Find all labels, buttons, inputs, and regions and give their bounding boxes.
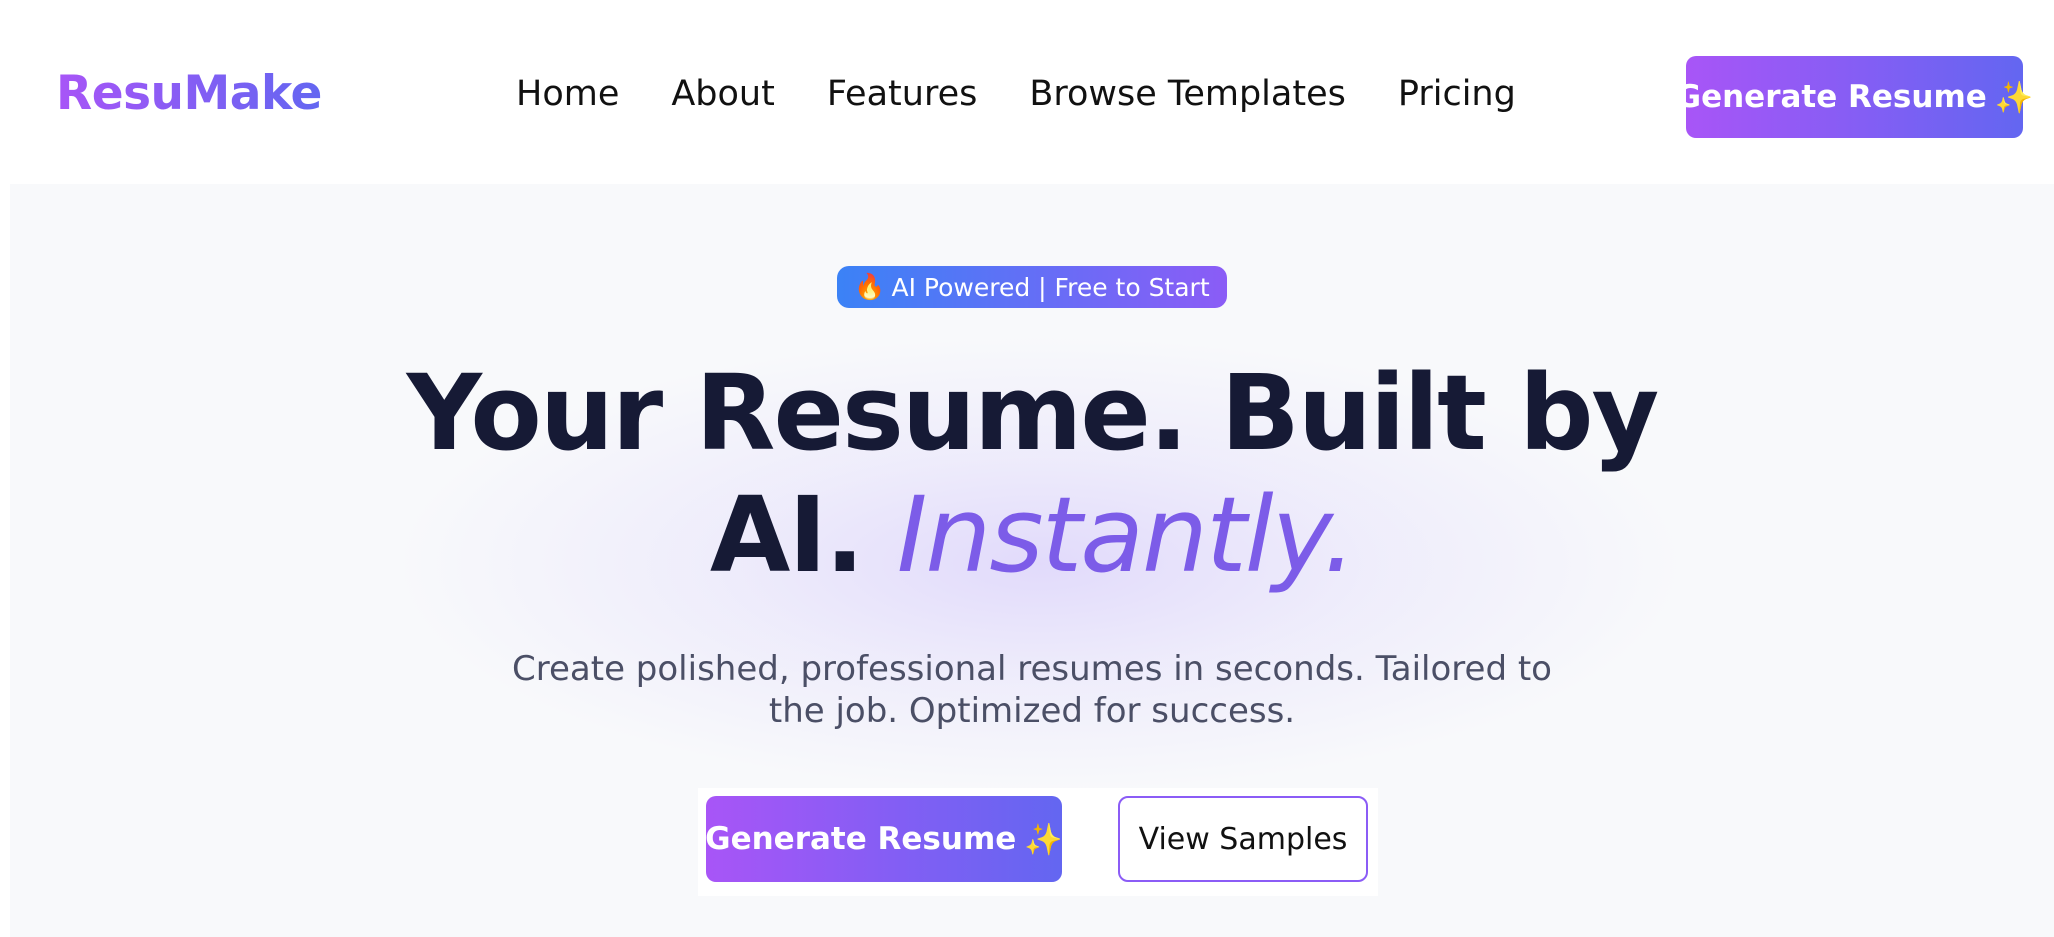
fire-icon: 🔥 xyxy=(854,272,886,301)
nav-link-browse-templates[interactable]: Browse Templates xyxy=(1029,74,1346,114)
badge-text: AI Powered | Free to Start xyxy=(891,272,1210,302)
hero-generate-resume-button[interactable]: Generate Resume ✨ xyxy=(705,796,1063,882)
logo[interactable]: ResuMake xyxy=(56,66,322,121)
nav-link-features[interactable]: Features xyxy=(827,74,978,114)
nav-generate-resume-label: Generate Resume xyxy=(1675,79,1987,115)
nav-generate-resume-button[interactable]: Generate Resume ✨ xyxy=(1676,56,2033,138)
hero-generate-resume-label: Generate Resume xyxy=(705,821,1017,857)
hero-cta-row: Generate Resume ✨ View Samples xyxy=(698,788,1378,896)
hero-headline: Your Resume. Built by AI. Instantly. xyxy=(10,352,2054,596)
sparkles-icon: ✨ xyxy=(1994,79,2034,116)
hero-subtext: Create polished, professional resumes in… xyxy=(512,649,1552,731)
hero-section: 🔥 AI Powered | Free to Start Your Resume… xyxy=(10,184,2054,937)
navbar: ResuMake Home About Features Browse Temp… xyxy=(0,0,2054,184)
view-samples-button[interactable]: View Samples xyxy=(1118,796,1368,882)
headline-accent: Instantly. xyxy=(896,474,1356,596)
ai-powered-badge: 🔥 AI Powered | Free to Start xyxy=(837,266,1227,308)
nav-link-about[interactable]: About xyxy=(671,74,774,114)
nav-links: Home About Features Browse Templates Pri… xyxy=(516,74,1568,114)
headline-line1: Your Resume. Built by xyxy=(406,352,1660,474)
sparkles-icon: ✨ xyxy=(1024,821,1063,858)
nav-link-home[interactable]: Home xyxy=(516,74,619,114)
headline-line2-start: AI. xyxy=(709,474,865,596)
nav-link-pricing[interactable]: Pricing xyxy=(1398,74,1516,114)
